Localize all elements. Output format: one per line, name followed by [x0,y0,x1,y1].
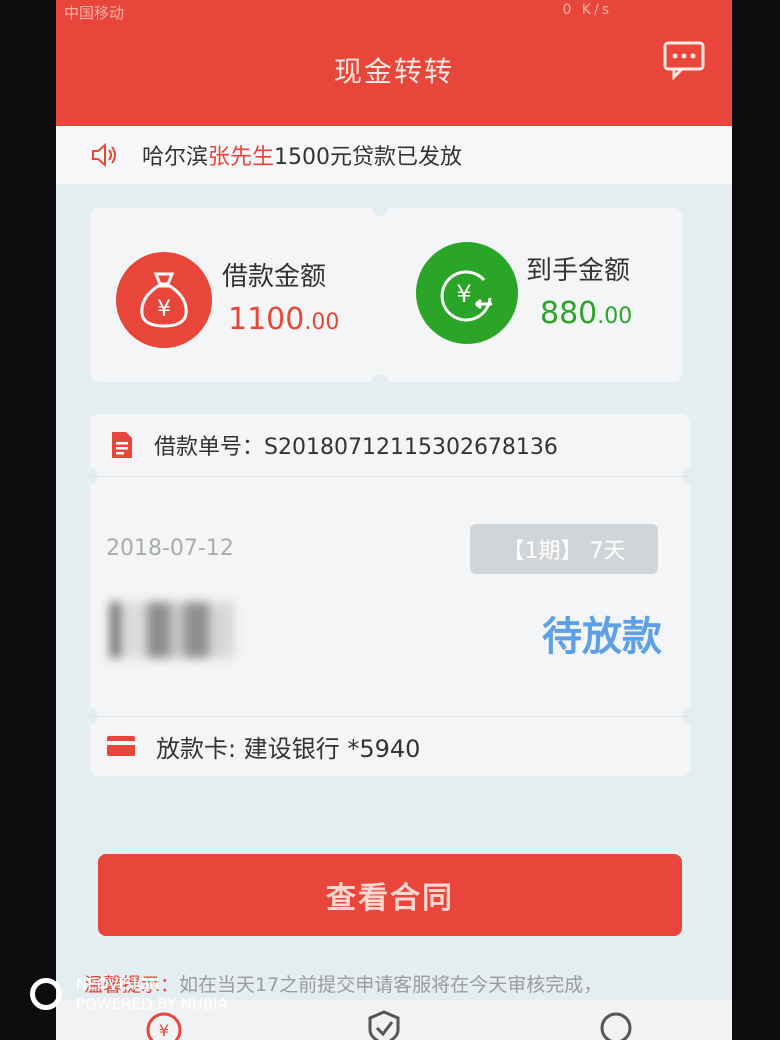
notice-highlight: 张先生 [208,145,275,170]
watermark-line1: NEOVISION [76,975,160,993]
payout-card-value: 建设银行 *5940 [243,734,421,763]
payout-card-label: 放款卡: [156,734,244,763]
period-badge: 【1期】 7天 [470,524,658,574]
network-speed: 0 K/s [562,2,612,18]
chat-bubble-icon[interactable] [662,40,706,81]
received-amount-decimal: .00 [597,304,633,329]
neovision-logo-icon [30,978,62,1010]
blurred-name [110,602,234,658]
camera-watermark: NEOVISION POWERED BY NUBIA [30,974,228,1014]
svg-text:¥: ¥ [159,1021,169,1040]
card-notch [372,374,388,390]
notice-text: 哈尔滨张先生1500元贷款已发放 [142,139,462,171]
payout-card-row: 放款卡: 建设银行 *5940 [90,716,690,776]
speaker-icon [92,142,116,168]
carrier-label: 中国移动 [64,4,125,22]
order-number-row: 借款单号：S20180712115302678136 [90,414,690,476]
tab-shield-icon[interactable] [364,1008,404,1040]
svg-text:¥: ¥ [456,280,471,308]
amount-card: ¥ 借款金额 1100.00 ¥ 到手金额 880.00 [90,200,682,390]
watermark-line2: POWERED BY NUBIA [76,995,228,1013]
tab-profile-icon[interactable] [596,1008,636,1040]
order-number: 借款单号：S20180712115302678136 [154,429,558,461]
svg-text:¥: ¥ [157,297,171,322]
received-amount-value: 880.00 [540,296,632,331]
view-contract-button[interactable]: 查看合同 [98,854,682,936]
divider [90,476,690,477]
loan-amount-integer: 1100 [228,302,305,337]
notice-prefix: 哈尔滨 [142,145,209,170]
page-title: 现金转转 [333,55,454,88]
notice-suffix: 1500元贷款已发放 [274,145,463,170]
phone-screen: 中国移动 0 K/s 现金转转 哈尔滨张先生1500元贷款已发放 ¥ 借款金额 … [56,0,732,1040]
app-header: 中国移动 0 K/s 现金转转 [56,0,732,126]
notice-bar: 哈尔滨张先生1500元贷款已发放 [56,126,732,184]
order-number-label: 借款单号： [154,435,265,460]
received-amount-integer: 880 [540,296,598,331]
loan-amount-label: 借款金额 [222,262,327,292]
watermark-text: NEOVISION POWERED BY NUBIA [76,974,228,1014]
payout-card: 放款卡: 建设银行 *5940 [156,729,420,764]
yuan-return-icon: ¥ [416,242,518,344]
document-icon [112,432,132,458]
order-number-value: S20180712115302678136 [264,435,558,460]
loan-amount-decimal: .00 [304,310,340,335]
tip-body: 如在当天17之前提交申请客服将在今天审核完成， [179,974,603,996]
received-amount-label: 到手金额 [526,256,631,286]
loan-status: 待放款 [542,614,662,660]
order-card[interactable]: 借款单号：S20180712115302678136 2018-07-12 【1… [82,414,698,776]
loan-amount-value: 1100.00 [228,302,339,337]
card-notch [372,200,388,216]
bank-card-icon [107,736,135,756]
order-date: 2018-07-12 [106,536,234,561]
money-bag-icon: ¥ [116,252,212,348]
